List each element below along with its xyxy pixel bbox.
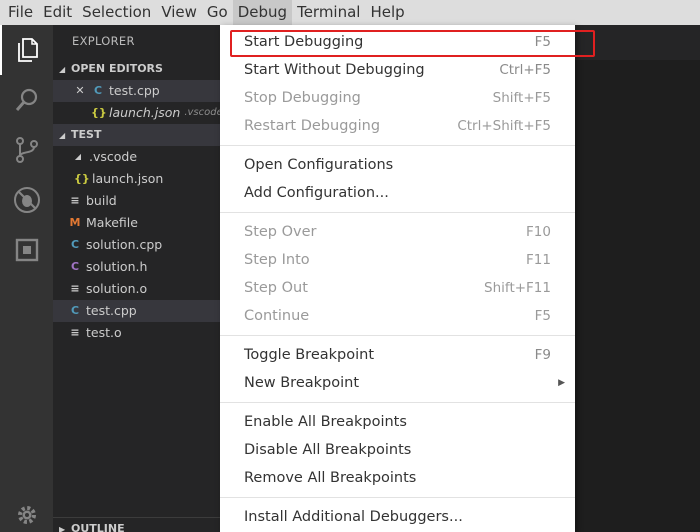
sidebar-title: EXPLORER — [72, 34, 135, 48]
menu-item-step-into: Step Into F11 — [244, 252, 551, 268]
menu-item-new-breakpoint[interactable]: New Breakpoint ▶ — [220, 369, 575, 397]
open-editor-launch-json[interactable]: {} launch.json .vscode — [53, 102, 220, 124]
tree-item-test-o[interactable]: ≡ test.o — [53, 322, 220, 344]
extensions-icon[interactable] — [0, 225, 53, 275]
tree-item-solution-h[interactable]: C solution.h — [53, 256, 220, 278]
tree-item-vscode[interactable]: ◢ .vscode — [53, 146, 220, 168]
menu-item-remove-all-breakpoints[interactable]: Remove All Breakpoints — [220, 464, 575, 492]
menu-edit[interactable]: Edit — [38, 0, 77, 25]
menu-help[interactable]: Help — [365, 0, 409, 25]
menu-separator — [220, 402, 575, 403]
cpp-file-icon: C — [70, 238, 80, 251]
tree-item-test-cpp[interactable]: C test.cpp — [53, 300, 220, 322]
chevron-down-icon: ◢ — [59, 131, 66, 140]
debug-icon[interactable] — [0, 175, 53, 225]
file-icon: ≡ — [70, 326, 80, 339]
close-icon[interactable]: ✕ — [73, 80, 87, 102]
menu-item-enable-all-breakpoints[interactable]: Enable All Breakpoints — [220, 408, 575, 436]
explorer-sidebar: EXPLORER ◢ OPEN EDITORS ✕ C test.cpp {} l… — [53, 25, 220, 532]
tree-item-build[interactable]: ≡ build — [53, 190, 220, 212]
source-control-icon[interactable] — [0, 125, 53, 175]
menu-item-install-additional-debuggers[interactable]: Install Additional Debuggers... — [220, 503, 575, 531]
files-icon[interactable] — [0, 25, 53, 75]
menu-go[interactable]: Go — [202, 0, 233, 25]
menu-item-restart-debugging: Restart Debugging Ctrl+Shift+F5 — [244, 118, 551, 134]
menu-terminal[interactable]: Terminal — [292, 0, 365, 25]
menu-item-disable-all-breakpoints[interactable]: Disable All Breakpoints — [220, 436, 575, 464]
menu-item-open-configurations[interactable]: Open Configurations — [220, 151, 575, 179]
menu-item-toggle-breakpoint[interactable]: Toggle Breakpoint F9 — [220, 341, 575, 369]
menu-separator — [220, 145, 575, 146]
file-icon: ≡ — [70, 194, 80, 207]
tree-item-solution-cpp[interactable]: C solution.cpp — [53, 234, 220, 256]
makefile-icon: M — [69, 216, 81, 229]
start-debugging-highlight-box — [230, 30, 595, 57]
chevron-right-icon: ▶ — [59, 525, 66, 532]
menu-item-start-without-debugging[interactable]: Start Without Debugging Ctrl+F5 — [220, 56, 575, 84]
tree-item-makefile[interactable]: M Makefile — [53, 212, 220, 234]
gear-icon[interactable] — [0, 490, 53, 532]
folder-open-icon: ◢ — [74, 152, 82, 161]
open-editor-test-cpp[interactable]: ✕ C test.cpp — [53, 80, 220, 102]
file-icon: ≡ — [70, 282, 80, 295]
chevron-down-icon: ◢ — [59, 65, 66, 74]
menu-item-stop-debugging: Stop Debugging Shift+F5 — [244, 90, 551, 106]
activity-bar — [0, 25, 53, 532]
open-editors-header[interactable]: ◢ OPEN EDITORS — [53, 58, 220, 80]
menu-view[interactable]: View — [156, 0, 202, 25]
menu-separator — [220, 497, 575, 498]
menu-separator — [220, 212, 575, 213]
menu-file[interactable]: File — [0, 0, 38, 25]
menu-selection[interactable]: Selection — [77, 0, 156, 25]
cpp-file-icon: C — [70, 304, 80, 317]
tree-item-solution-o[interactable]: ≡ solution.o — [53, 278, 220, 300]
menu-item-step-out: Step Out Shift+F11 — [244, 280, 551, 296]
c-header-icon: C — [70, 260, 80, 273]
menu-debug[interactable]: Debug — [232, 0, 293, 25]
json-file-icon: {} — [74, 172, 90, 185]
tree-item-launch-json[interactable]: {} launch.json — [53, 168, 220, 190]
menu-separator — [220, 335, 575, 336]
menu-bar: File Edit Selection View Go Debug Termin… — [0, 0, 700, 25]
search-icon[interactable] — [0, 75, 53, 125]
menu-item-continue: Continue F5 — [244, 308, 551, 324]
workspace-header[interactable]: ◢ TEST — [53, 124, 220, 146]
menu-item-step-over: Step Over F10 — [244, 224, 551, 240]
submenu-arrow-icon: ▶ — [558, 378, 565, 388]
cpp-file-icon: C — [93, 84, 103, 97]
debug-menu: Start Debugging F5 Start Without Debuggin… — [220, 25, 595, 532]
json-file-icon: {} — [91, 106, 107, 119]
menu-item-add-configuration[interactable]: Add Configuration... — [220, 179, 575, 207]
outline-header[interactable]: ▶ OUTLINE — [53, 517, 220, 532]
